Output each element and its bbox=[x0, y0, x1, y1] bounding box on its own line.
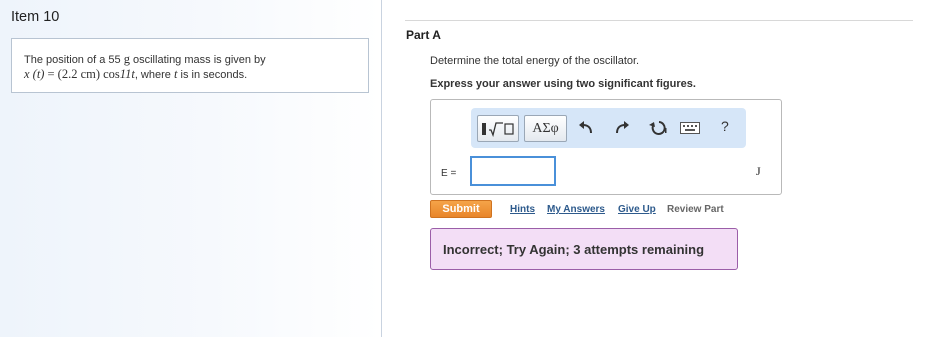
reset-button[interactable] bbox=[647, 117, 669, 139]
math-toolbar: ΑΣφ ? bbox=[471, 108, 746, 148]
cos-argument: 11t bbox=[119, 67, 135, 81]
time-variable: t bbox=[173, 67, 178, 81]
item-title: Item 10 bbox=[11, 9, 60, 25]
answer-input[interactable] bbox=[470, 156, 556, 186]
my-answers-link[interactable]: My Answers bbox=[547, 204, 605, 215]
action-bar: Submit Hints My Answers Give Up Review P… bbox=[430, 200, 850, 220]
keyboard-icon bbox=[680, 122, 700, 134]
answer-box: ΑΣφ ? E = J bbox=[430, 99, 782, 195]
problem-statement: The position of a 55 g oscillating mass … bbox=[11, 38, 369, 93]
review-part-link[interactable]: Review Part bbox=[667, 204, 724, 215]
part-panel: Part A Determine the total energy of the… bbox=[383, 0, 931, 337]
redo-icon bbox=[616, 121, 629, 134]
instruction-text: Express your answer using two significan… bbox=[430, 78, 696, 90]
cos-function: cos bbox=[103, 67, 120, 81]
redo-button[interactable] bbox=[611, 117, 633, 139]
question-text: Determine the total energy of the oscill… bbox=[430, 55, 640, 67]
reset-icon bbox=[649, 121, 667, 135]
help-button[interactable]: ? bbox=[721, 118, 729, 134]
hints-link[interactable]: Hints bbox=[510, 204, 535, 215]
variable-label: E = bbox=[441, 168, 457, 179]
undo-button[interactable] bbox=[575, 117, 597, 139]
submit-button[interactable]: Submit bbox=[430, 200, 492, 218]
problem-text-mid: oscillating mass is given by bbox=[133, 54, 266, 66]
problem-text-prefix: The position of a 55 bbox=[24, 54, 121, 66]
symbols-button[interactable]: ΑΣφ bbox=[524, 115, 567, 142]
part-divider bbox=[405, 20, 913, 21]
templates-button[interactable] bbox=[477, 115, 519, 142]
part-title: Part A bbox=[406, 28, 441, 42]
templates-icon bbox=[482, 121, 514, 137]
undo-icon bbox=[579, 121, 592, 134]
equals-sign: = bbox=[47, 67, 55, 81]
problem-text-suffix: is in seconds. bbox=[180, 69, 248, 81]
item-panel: Item 10 The position of a 55 g oscillati… bbox=[0, 0, 382, 337]
amplitude: (2.2 cm) bbox=[57, 67, 101, 81]
keyboard-button[interactable] bbox=[679, 117, 701, 139]
give-up-link[interactable]: Give Up bbox=[618, 204, 656, 215]
problem-where: , where bbox=[134, 69, 171, 81]
mass-unit: g bbox=[123, 52, 130, 66]
feedback-message: Incorrect; Try Again; 3 attempts remaini… bbox=[430, 228, 738, 270]
position-function: x (t) bbox=[24, 67, 45, 81]
unit-label: J bbox=[756, 164, 761, 178]
